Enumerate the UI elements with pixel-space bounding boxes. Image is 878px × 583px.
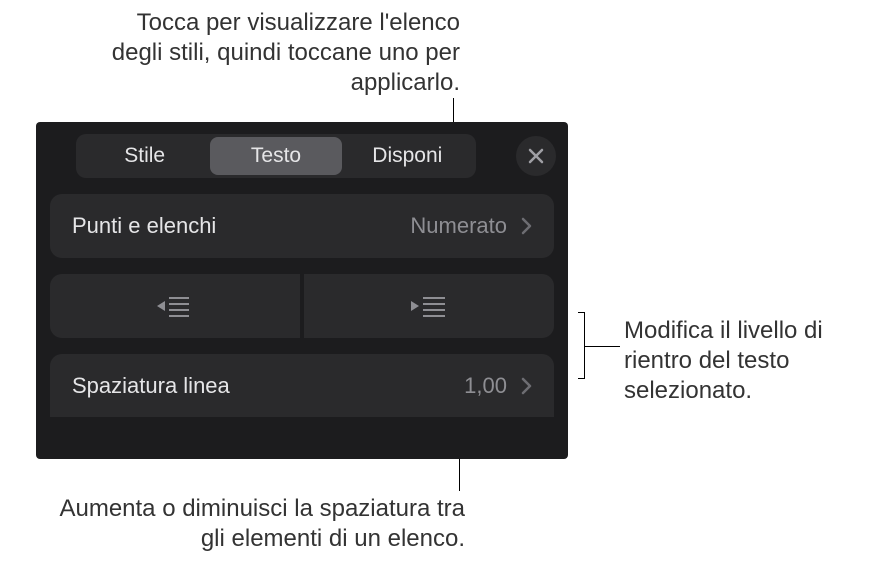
line-spacing-label: Spaziatura linea (72, 372, 464, 400)
indent-icon (411, 294, 447, 318)
callout-line (459, 459, 460, 491)
outdent-button[interactable] (50, 274, 300, 338)
callout-line (578, 312, 585, 313)
panel-toolbar: Stile Testo Disponi (36, 134, 568, 178)
bullets-lists-row[interactable]: Punti e elenchi Numerato (50, 194, 554, 258)
segmented-control: Stile Testo Disponi (76, 134, 476, 178)
callout-line (584, 312, 585, 346)
indent-buttons-row (50, 274, 554, 338)
chevron-right-icon (521, 217, 532, 235)
annotation-indent-level: Modifica il livello di rientro del testo… (624, 316, 864, 406)
close-icon (528, 148, 544, 164)
bullets-lists-label: Punti e elenchi (72, 212, 410, 240)
chevron-right-icon (521, 377, 532, 395)
format-panel: Stile Testo Disponi Punti e elenchi Nume… (36, 122, 568, 459)
callout-line (584, 346, 585, 378)
close-button[interactable] (516, 136, 556, 176)
callout-line (584, 346, 620, 347)
tab-style[interactable]: Stile (79, 137, 210, 175)
line-spacing-value: 1,00 (464, 372, 507, 400)
tab-arrange[interactable]: Disponi (342, 137, 473, 175)
callout-line (578, 378, 585, 379)
annotation-styles-list: Tocca per visualizzare l'elenco degli st… (80, 8, 460, 98)
indent-button[interactable] (304, 274, 554, 338)
line-spacing-row[interactable]: Spaziatura linea 1,00 (50, 354, 554, 418)
tab-text[interactable]: Testo (210, 137, 341, 175)
outdent-icon (157, 294, 193, 318)
annotation-line-spacing: Aumenta o diminuisci la spaziatura tra g… (55, 494, 465, 554)
bullets-lists-value: Numerato (410, 212, 507, 240)
